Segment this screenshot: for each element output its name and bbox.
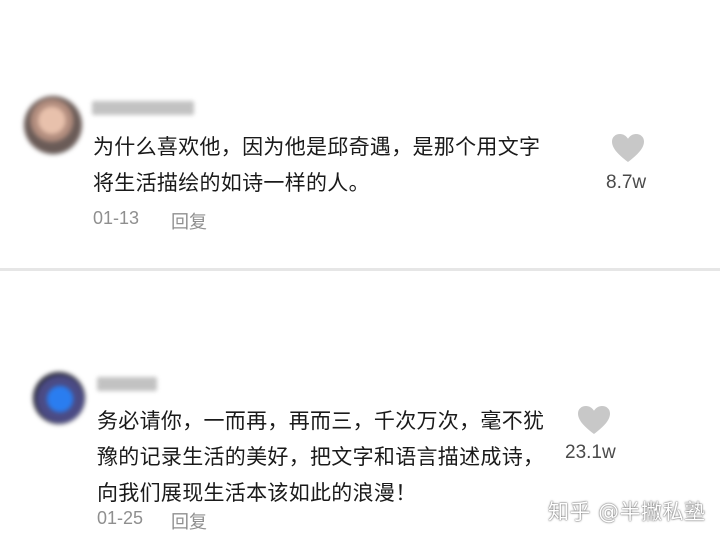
comment-line: 向我们展现生活本该如此的浪漫！	[97, 481, 417, 505]
avatar[interactable]	[33, 372, 85, 424]
username-blurred[interactable]	[92, 101, 194, 115]
comment-line: 豫的记录生活的美好，把文字和语言描述成诗，	[97, 445, 545, 469]
comment-line: 为什么喜欢他，因为他是邱奇遇，是那个用文字	[93, 135, 541, 159]
heart-icon	[612, 134, 644, 162]
username-blurred[interactable]	[97, 377, 157, 391]
comment-text: 为什么喜欢他，因为他是邱奇遇，是那个用文字 将生活描绘的如诗一样的人。	[93, 129, 540, 201]
reply-button[interactable]: 回复	[171, 508, 207, 534]
like-count: 23.1w	[565, 442, 616, 463]
watermark: 知乎 @半撇私塾	[548, 500, 706, 524]
like-button[interactable]	[610, 132, 646, 164]
avatar[interactable]	[24, 96, 82, 154]
like-button[interactable]	[576, 404, 612, 436]
comment-card: 为什么喜欢他，因为他是邱奇遇，是那个用文字 将生活描绘的如诗一样的人。 01-1…	[0, 0, 720, 268]
heart-icon	[578, 406, 610, 434]
comment-date: 01-25	[97, 508, 144, 528]
comment-line: 将生活描绘的如诗一样的人。	[93, 171, 370, 195]
comment-text: 务必请你，一而再，再而三，千次万次，毫不犹 豫的记录生活的美好，把文字和语言描述…	[97, 403, 544, 511]
comment-date: 01-13	[93, 208, 140, 228]
like-count: 8.7w	[606, 172, 647, 193]
reply-button[interactable]: 回复	[171, 208, 207, 234]
comment-line: 务必请你，一而再，再而三，千次万次，毫不犹	[97, 409, 545, 433]
